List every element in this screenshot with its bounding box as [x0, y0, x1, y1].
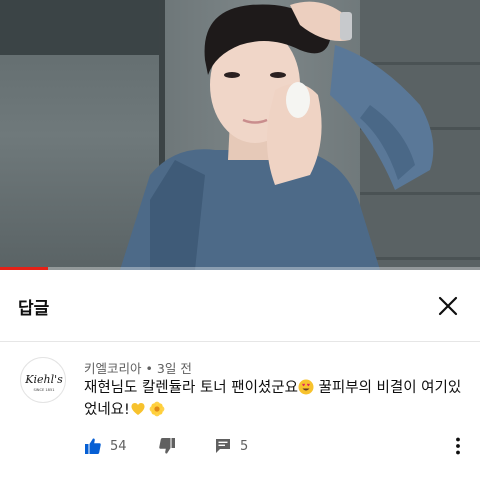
page-title: 답글: [18, 299, 50, 319]
replies-header: 답글: [0, 270, 480, 342]
reply-button[interactable]: 5: [214, 435, 248, 457]
close-icon: [438, 296, 458, 316]
comment-meta: 키엘코리아 • 3일 전: [84, 358, 192, 377]
heart-eyes-emoji-icon: [298, 379, 314, 395]
more-options-button[interactable]: [450, 436, 466, 456]
dislike-button[interactable]: [158, 435, 176, 457]
thumbs-up-icon: [85, 438, 101, 454]
like-button[interactable]: 54: [84, 435, 127, 457]
reply-count: 5: [240, 438, 249, 454]
more-vert-icon: [456, 437, 460, 455]
comment-actions: 54 5: [84, 435, 480, 457]
thumbs-down-icon: [159, 438, 175, 454]
comment-text-part1: 재현님도 칼렌듈라 토너 팬이셨군요: [84, 380, 298, 396]
video-frame-person: [120, 1, 434, 270]
comment-item: Kiehl's SINCE 1851 키엘코리아 • 3일 전 재현님도 칼렌듈라 …: [0, 343, 480, 477]
blossom-emoji-icon: [149, 401, 165, 417]
meta-separator: •: [145, 361, 153, 376]
comment-icon: [216, 439, 230, 453]
svg-text:Kiehl's: Kiehl's: [24, 373, 63, 386]
comment-body: 재현님도 칼렌듈라 토너 팬이셨군요 꿀피부의 비결이 여기있었네요!: [84, 377, 470, 421]
kiehls-logo-icon: Kiehl's SINCE 1851: [24, 373, 63, 392]
comment-time: 3일 전: [156, 361, 192, 376]
like-count: 54: [110, 438, 127, 454]
yellow-heart-emoji-icon: [131, 403, 145, 415]
video-player[interactable]: [0, 0, 480, 270]
svg-text:SINCE 1851: SINCE 1851: [33, 388, 54, 392]
avatar[interactable]: Kiehl's SINCE 1851: [20, 357, 66, 403]
close-button[interactable]: [434, 292, 462, 320]
comment-author[interactable]: 키엘코리아: [84, 361, 142, 376]
